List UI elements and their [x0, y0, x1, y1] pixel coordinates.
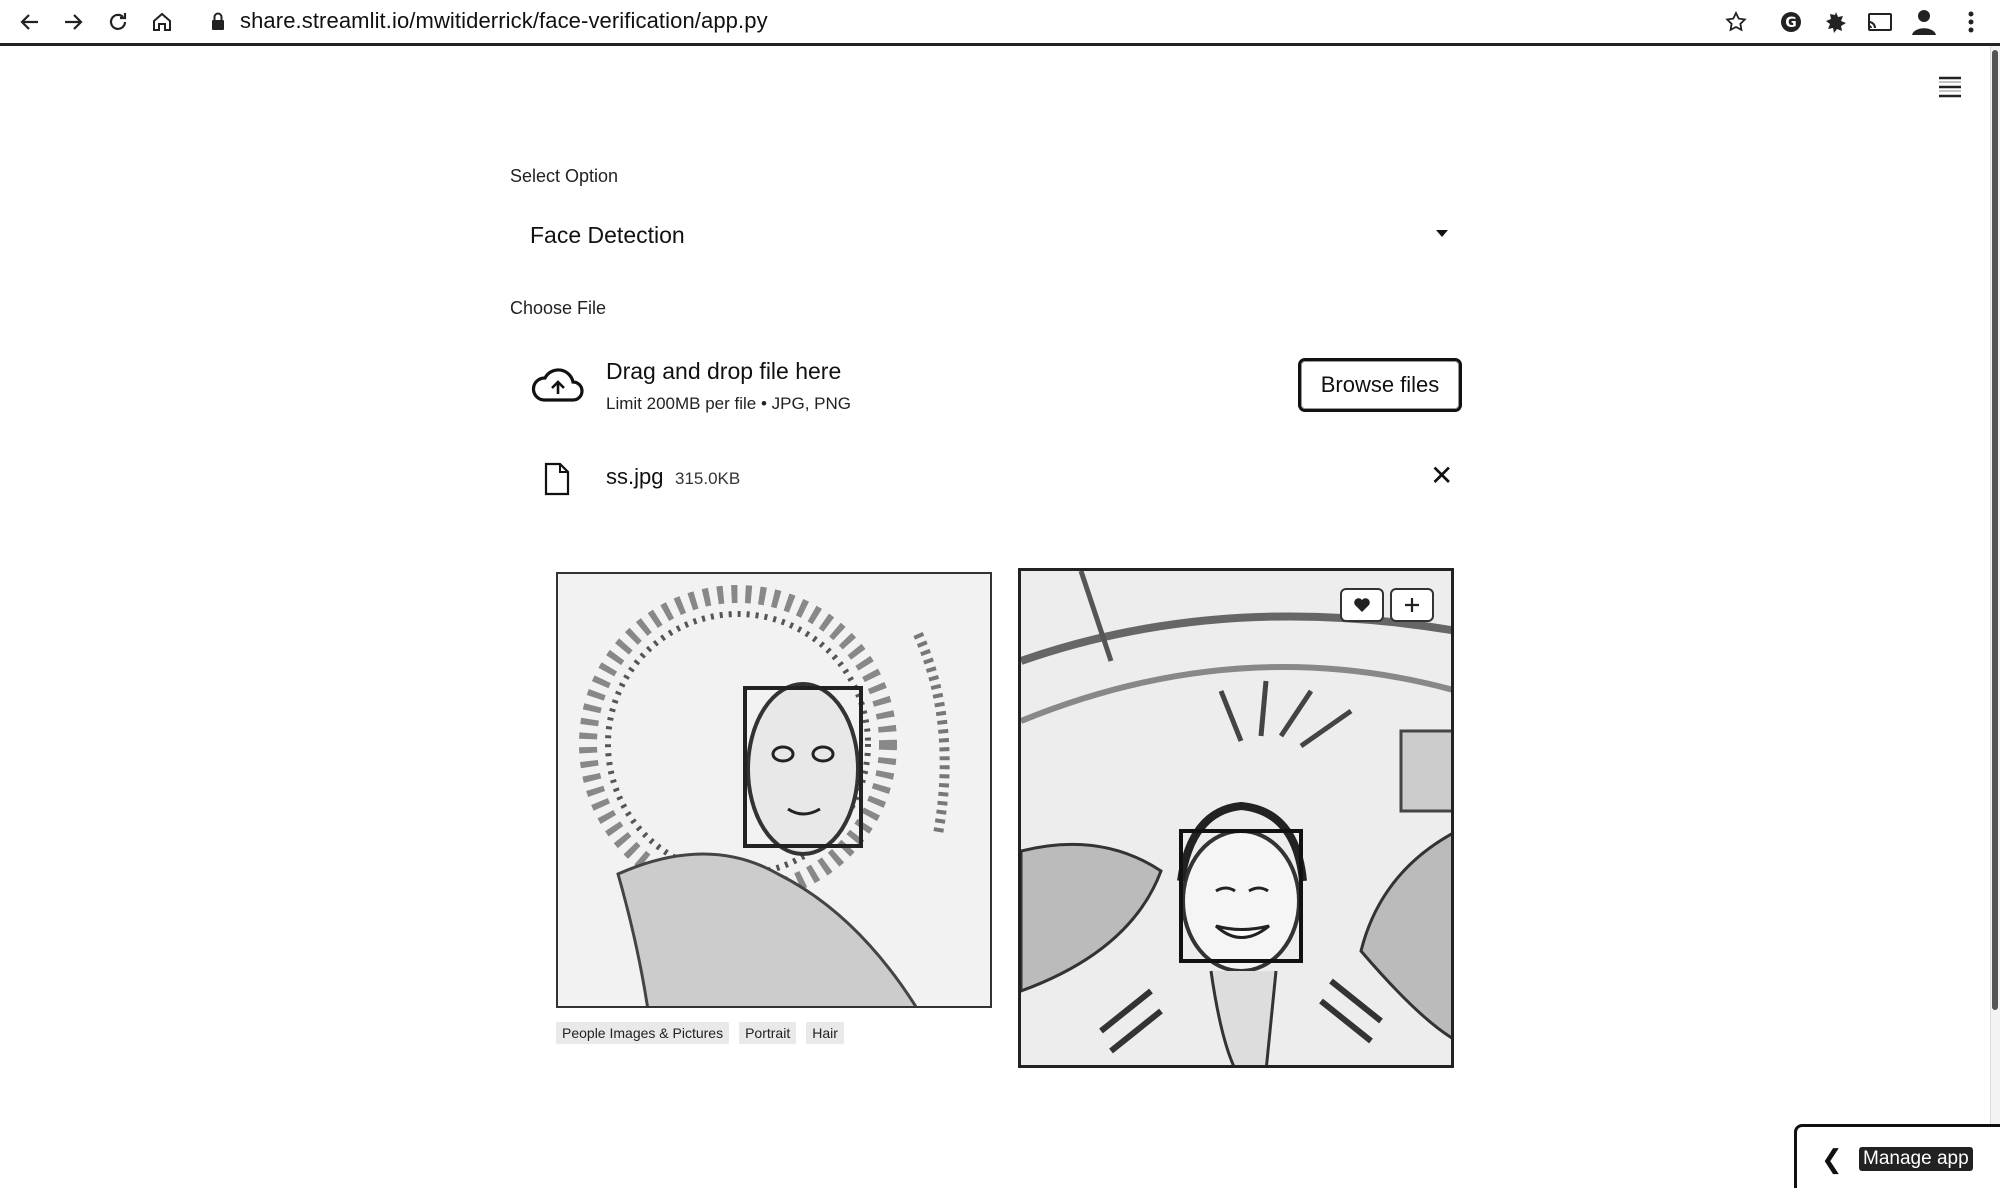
profile-avatar[interactable]: [1908, 6, 1940, 38]
hamburger-menu-icon[interactable]: [1936, 74, 1964, 100]
dropzone-subtitle: Limit 200MB per file • JPG, PNG: [606, 394, 851, 413]
dropzone-title: Drag and drop file here: [606, 358, 842, 384]
caret-down-icon: [1436, 230, 1448, 237]
file-size: 315.0KB: [675, 469, 741, 488]
back-arrow-icon[interactable]: [14, 6, 46, 38]
file-icon: [544, 462, 570, 496]
svg-text:G: G: [1785, 15, 1797, 31]
url-bar[interactable]: share.streamlit.io/mwitiderrick/face-ver…: [240, 8, 768, 34]
extension-icon[interactable]: [1820, 6, 1852, 38]
heart-icon: [1354, 598, 1370, 612]
kebab-menu-icon[interactable]: [1955, 6, 1987, 38]
chevron-left-icon: ❮: [1821, 1144, 1843, 1174]
browse-files-button[interactable]: Browse files: [1298, 358, 1462, 412]
forward-arrow-icon[interactable]: [57, 6, 89, 38]
reload-icon[interactable]: [102, 6, 134, 38]
select-option-label: Select Option: [510, 166, 619, 186]
select-value: Face Detection: [530, 222, 685, 248]
plus-icon: [1405, 598, 1419, 612]
star-icon[interactable]: [1720, 6, 1752, 38]
lock-icon[interactable]: [210, 11, 230, 33]
remove-file-close-icon[interactable]: ✕: [1430, 462, 1453, 490]
cloud-upload-icon: [530, 362, 586, 406]
detection-image-left: [556, 572, 992, 1008]
image-tags: People Images & Pictures Portrait Hair: [556, 1022, 844, 1044]
image-tag[interactable]: Portrait: [739, 1022, 797, 1044]
browser-toolbar: share.streamlit.io/mwitiderrick/face-ver…: [0, 0, 2000, 46]
scrollbar-thumb[interactable]: [1992, 50, 1998, 1010]
cast-icon[interactable]: [1864, 6, 1896, 38]
image-tag[interactable]: Hair: [806, 1022, 844, 1044]
add-button[interactable]: [1390, 588, 1434, 622]
choose-file-label: Choose File: [510, 298, 607, 318]
manage-app-button[interactable]: ❮ Manage app: [1794, 1124, 2000, 1188]
manage-app-label: Manage app: [1859, 1147, 1973, 1171]
image-tag[interactable]: People Images & Pictures: [556, 1022, 730, 1044]
favorite-button[interactable]: [1340, 588, 1384, 622]
uploaded-file-row: ss.jpg 315.0KB ✕: [510, 450, 1462, 506]
option-select[interactable]: Face Detection: [510, 208, 1462, 264]
detection-image-right: [1018, 568, 1454, 1068]
grammarly-icon[interactable]: G: [1775, 6, 1807, 38]
file-name: ss.jpg: [606, 464, 664, 489]
home-icon[interactable]: [146, 6, 178, 38]
